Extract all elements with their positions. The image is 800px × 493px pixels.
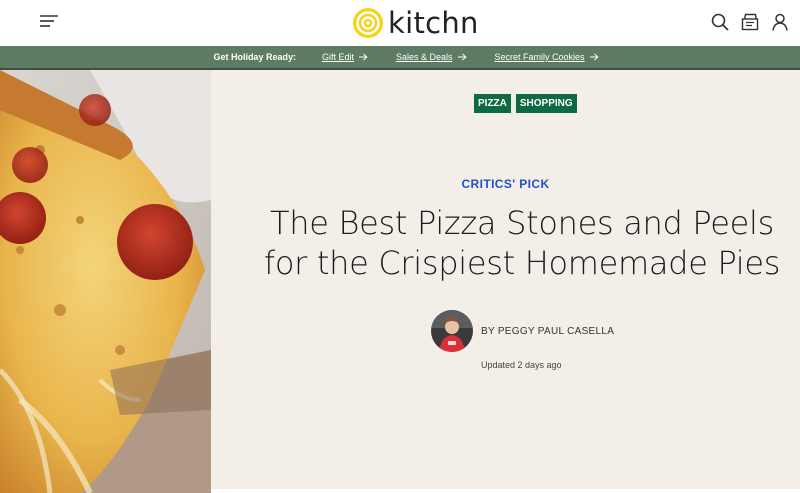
recipe-box-icon[interactable] [740,12,760,32]
promo-link-label: Secret Family Cookies [494,52,585,62]
author-avatar[interactable] [431,310,473,352]
article-title-line-2: for the Crispiest Homemade Pies [263,244,781,282]
promo-link-label: Gift Edit [321,52,354,62]
arrow-right-icon [589,53,599,61]
article-title: The Best Pizza Stones and Peels for the … [240,203,800,283]
tag-pizza[interactable]: PIZZA [474,94,511,113]
promo-link-label: Sales & Deals [395,52,453,62]
tag-shopping[interactable]: SHOPPING [515,94,577,113]
author-name[interactable]: BY PEGGY PAUL CASELLA [481,326,614,337]
promo-bar: Get Holiday Ready: Gift Edit Sales & Dea… [0,46,800,68]
article-kicker: CRITICS' PICK [461,177,550,191]
hero-image [0,70,211,493]
promo-link-sales-deals[interactable]: Sales & Deals [396,52,467,62]
menu-icon[interactable] [38,12,62,32]
logo-text: kitchn [388,5,479,40]
article-title-line-1: The Best Pizza Stones and Peels [270,204,774,242]
promo-link-secret-family-cookies[interactable]: Secret Family Cookies [495,52,599,62]
search-icon[interactable] [710,12,730,32]
kitchn-logo-mark-icon [353,8,383,38]
hero-bottom-strip [211,489,800,493]
promo-lead: Get Holiday Ready: [213,52,296,62]
article-byline: BY PEGGY PAUL CASELLA [431,310,614,352]
article-updated: Updated 2 days ago [481,360,562,370]
account-icon[interactable] [770,12,790,32]
kitchn-logo[interactable]: kitchn [352,5,479,41]
promo-link-gift-edit[interactable]: Gift Edit [322,52,368,62]
article-tags: PIZZA SHOPPING [474,94,577,113]
arrow-right-icon [358,53,368,61]
site-header: kitchn [0,0,800,46]
arrow-right-icon [457,53,467,61]
